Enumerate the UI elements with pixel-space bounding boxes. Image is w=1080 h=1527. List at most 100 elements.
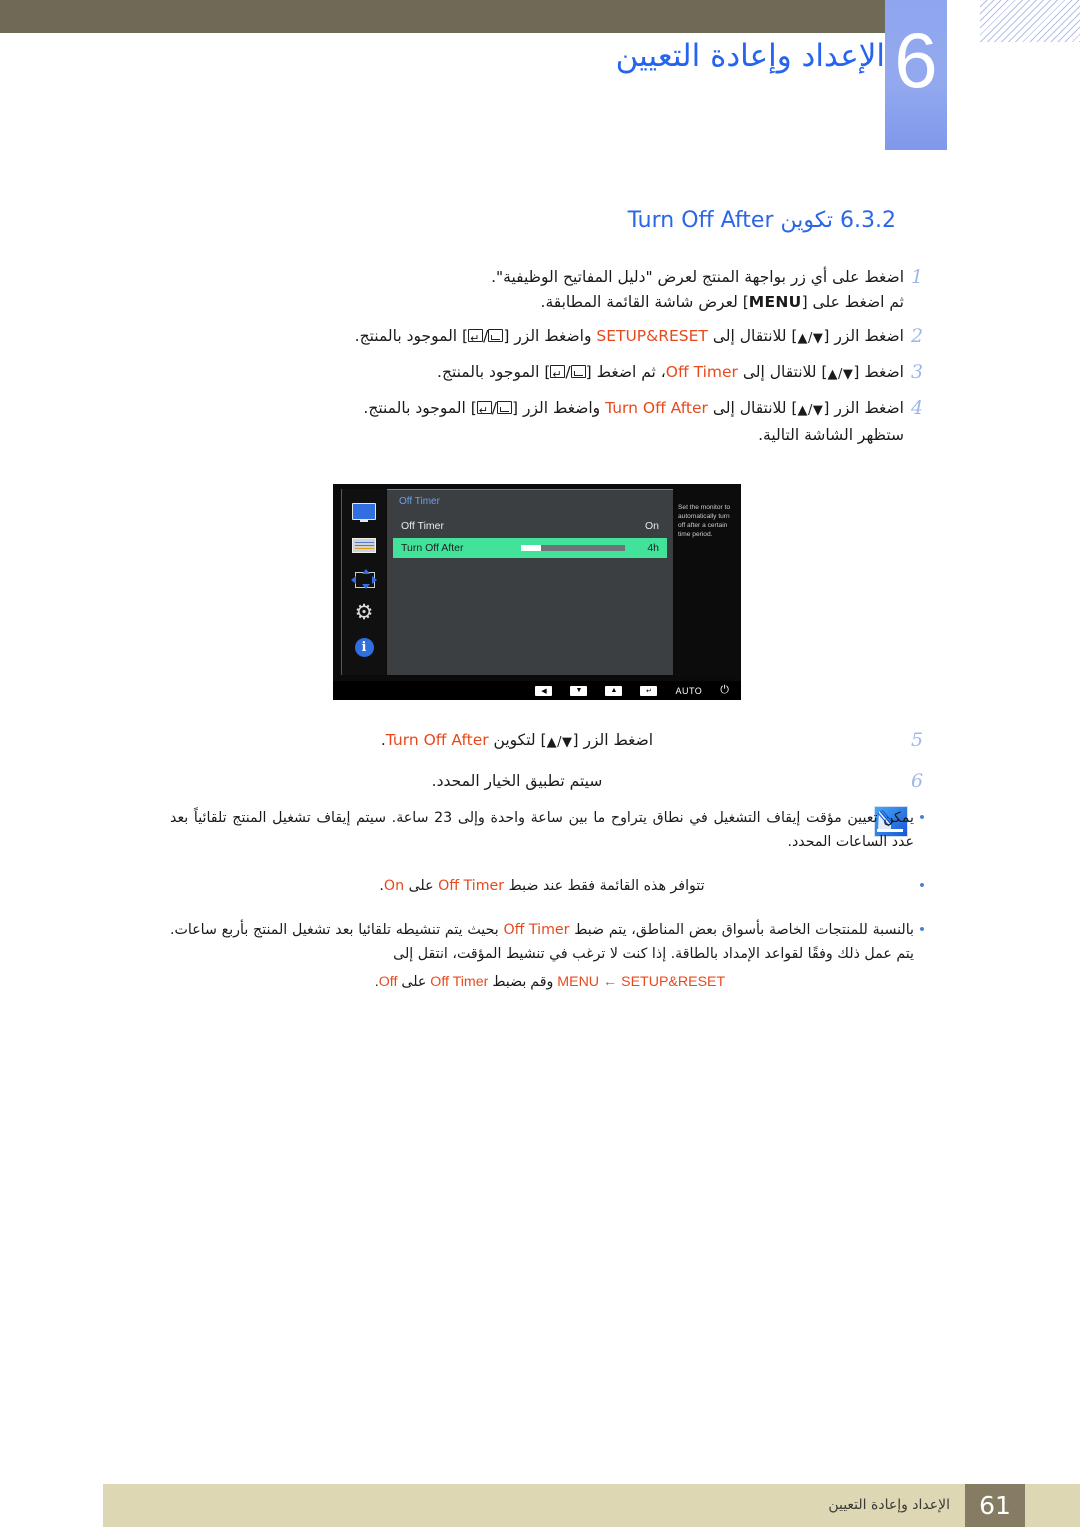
section-title-ar: تكوين <box>780 208 834 233</box>
step-line-text: اضغط الزر [ <box>823 327 904 345</box>
up-down-arrows-glyph: ▲/▼ <box>797 403 824 418</box>
step-line-text: ثم اضغط على [ <box>801 293 904 311</box>
step-line-text: ] الموجود بالمنتج. <box>363 399 477 417</box>
note-text-fragment: بالنسبة للمنتجات الخاصة بأسواق بعض المنا… <box>569 922 914 938</box>
step-text: اضغط على أي زر بواجهة المنتج لعرض "دليل … <box>130 265 904 315</box>
step-text: اضغط الزر [▲/▼] للانتقال إلى SETUP&RESET… <box>130 324 904 351</box>
note-item: • تتوافر هذه القائمة فقط عند ضبط Off Tim… <box>170 874 930 898</box>
steps-list-continued: 5 اضغط الزر [▲/▼] لتكوين Turn Off After.… <box>130 728 930 803</box>
auto-key[interactable]: AUTO <box>675 686 702 696</box>
menu-name-turn-off-after: Turn Off After <box>385 731 489 749</box>
menu-path: MENU ← SETUP&RESET <box>557 974 726 990</box>
note-item: • يمكن تعيين مؤقت إيقاف التشغيل في نطاق … <box>170 806 930 854</box>
step-text: سيتم تطبيق الخيار المحدد. <box>431 772 603 790</box>
step-number: 1 <box>910 266 924 288</box>
steps-list: 1 اضغط على أي زر بواجهة المنتج لعرض "دلي… <box>130 265 930 457</box>
header-band <box>0 0 890 33</box>
osd-row-value: On <box>644 520 659 532</box>
step-line: اضغط الزر [▲/▼] للانتقال إلى Turn Off Af… <box>130 396 904 423</box>
note-text: تتوافر هذه القائمة فقط عند ضبط Off Timer… <box>170 874 914 898</box>
menu-key-label: MENU <box>748 293 802 311</box>
enter-button-icon <box>550 362 566 387</box>
up-down-arrows-glyph: ▲/▼ <box>827 367 854 382</box>
left-arrow-key[interactable]: ◀ <box>535 685 553 696</box>
osd-menu-title: Off Timer <box>399 496 440 507</box>
osd-sidebar: ⚙ i <box>341 489 386 675</box>
enter-button-icon <box>468 326 484 351</box>
step-line-text: ] للانتقال إلى <box>707 327 798 345</box>
note-text-fragment: على <box>397 974 431 990</box>
step-line-text: ] للانتقال إلى <box>707 399 798 417</box>
power-key[interactable]: ⏻ <box>720 684 729 697</box>
note-text: بالنسبة للمنتجات الخاصة بأسواق بعض المنا… <box>170 918 914 966</box>
step-line-text: ستظهر الشاشة التالية. <box>758 426 904 444</box>
footer-chapter-text: الإعداد وإعادة التعيين <box>828 1497 950 1513</box>
bullet-icon: • <box>919 877 925 894</box>
menu-name-turn-off-after: Turn Off After <box>605 399 708 417</box>
step-line-text: واضغط الزر [ <box>512 399 606 417</box>
menu-name-off-timer: Off Timer <box>503 922 570 938</box>
section-title: 6.3.2 تكوين Turn Off After <box>510 208 930 233</box>
osd-row-off-timer[interactable]: Off Timer On <box>393 516 667 536</box>
osd-row-value: 4h <box>647 542 659 554</box>
osd-slider-track[interactable] <box>521 545 625 551</box>
step-line: ثم اضغط على [MENU] لعرض شاشة القائمة الم… <box>130 290 904 315</box>
step-item: 4 اضغط الزر [▲/▼] للانتقال إلى Turn Off … <box>130 396 930 448</box>
picture-list-icon[interactable] <box>351 535 377 555</box>
note-text: يمكن تعيين مؤقت إيقاف التشغيل في نطاق يت… <box>170 810 914 850</box>
osd-screenshot: ⚙ i Off Timer Off Timer On Turn Off Afte… <box>333 484 741 700</box>
step-line-text: ] الموجود بالمنتج. <box>437 363 551 381</box>
monitor-icon[interactable] <box>351 501 377 522</box>
step-number: 5 <box>910 729 924 751</box>
chapter-number: 6 <box>885 0 947 150</box>
notes-list: • يمكن تعيين مؤقت إيقاف التشغيل في نطاق … <box>170 806 930 994</box>
up-down-arrows-glyph: ▲/▼ <box>797 331 824 346</box>
section-title-en: Turn Off After <box>627 208 774 233</box>
osd-slider-fill <box>521 545 541 551</box>
note-item: • بالنسبة للمنتجات الخاصة بأسواق بعض الم… <box>170 918 930 966</box>
chapter-title: الإعداد وإعادة التعيين <box>615 38 885 74</box>
step-number: 3 <box>910 361 924 383</box>
osd-row-turn-off-after[interactable]: Turn Off After 4h <box>393 538 667 558</box>
step-line-text: ] لعرض شاشة القائمة المطابقة. <box>540 293 749 311</box>
menu-name-off-timer: Off Timer <box>665 363 738 381</box>
note-text-fragment: تتوافر هذه القائمة فقط عند ضبط <box>504 878 705 894</box>
enter-button-icon <box>476 398 492 423</box>
step-line: اضغط على أي زر بواجهة المنتج لعرض "دليل … <box>130 265 904 290</box>
step-line-text: اضغط الزر [ <box>823 399 904 417</box>
up-arrow-key[interactable]: ▲ <box>605 685 623 696</box>
back-button-icon <box>570 365 586 378</box>
down-arrow-key[interactable]: ▼ <box>570 685 588 696</box>
step-line-text: ] للانتقال إلى <box>737 363 828 381</box>
step-line-text: اضغط الزر [ <box>572 731 654 749</box>
step-item: 3 اضغط [▲/▼] للانتقال إلى Off Timer، ثم … <box>130 360 930 387</box>
step-line: ستظهر الشاشة التالية. <box>130 423 904 448</box>
step-text: اضغط الزر [▲/▼] للانتقال إلى Turn Off Af… <box>130 396 904 448</box>
step-number: 4 <box>910 397 924 419</box>
step-line-text: ، ثم اضغط [ <box>585 363 666 381</box>
osd-row-label: Off Timer <box>401 520 444 532</box>
bullet-icon: • <box>919 809 925 826</box>
step-item: 6 سيتم تطبيق الخيار المحدد. <box>130 769 930 794</box>
up-down-arrows-glyph: ▲/▼ <box>546 735 573 750</box>
step-number: 6 <box>910 770 924 792</box>
bullet-icon: • <box>919 921 925 938</box>
step-number: 2 <box>910 325 924 347</box>
osd-row-label: Turn Off After <box>401 542 464 554</box>
back-button-icon <box>497 401 513 414</box>
note-text-fragment: على <box>404 878 439 894</box>
osd-body: ⚙ i Off Timer Off Timer On Turn Off Afte… <box>333 484 741 681</box>
step-item: 2 اضغط الزر [▲/▼] للانتقال إلى SETUP&RES… <box>130 324 930 351</box>
step-item: 5 اضغط الزر [▲/▼] لتكوين Turn Off After. <box>130 728 930 755</box>
enter-key[interactable]: ↵ <box>640 685 658 696</box>
info-icon[interactable]: i <box>351 637 377 657</box>
position-arrows-icon[interactable] <box>351 569 377 589</box>
step-text: اضغط [▲/▼] للانتقال إلى Off Timer، ثم اض… <box>130 360 904 387</box>
menu-value-off: Off <box>378 974 398 990</box>
section-number: 6.3.2 <box>840 208 896 233</box>
gear-icon[interactable]: ⚙ <box>351 602 377 623</box>
step-item: 1 اضغط على أي زر بواجهة المنتج لعرض "دلي… <box>130 265 930 315</box>
step-line-text: اضغط [ <box>853 363 904 381</box>
diagonal-hatch-decoration <box>980 0 1080 42</box>
step-text: اضغط الزر [▲/▼] لتكوين Turn Off After. <box>130 728 904 755</box>
